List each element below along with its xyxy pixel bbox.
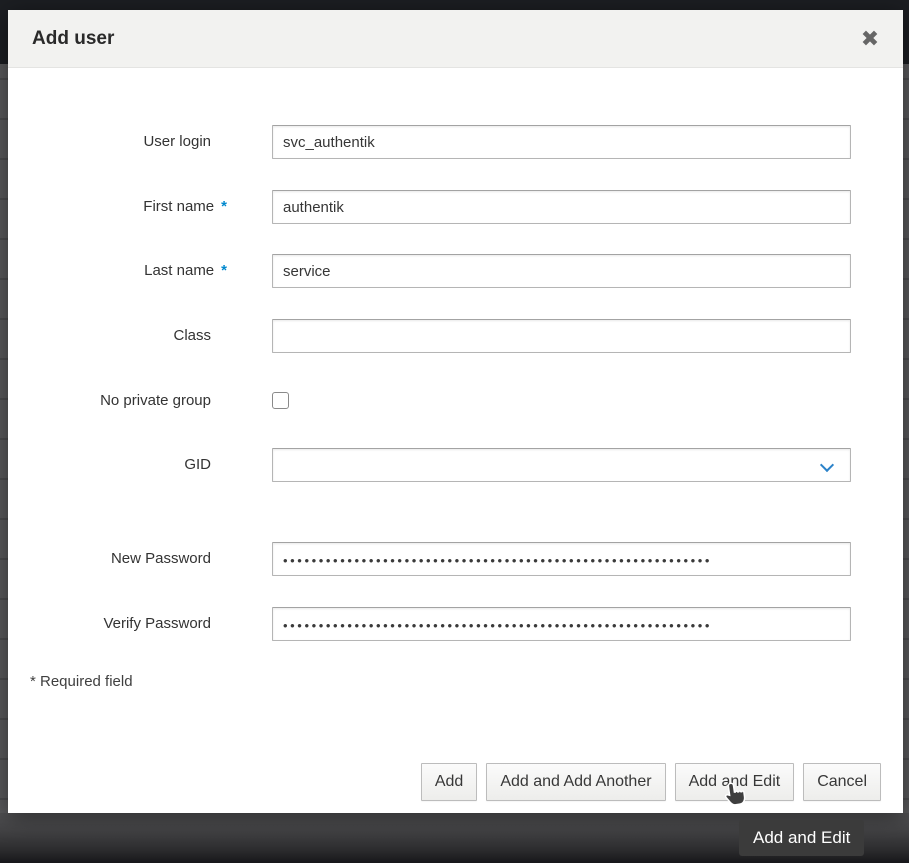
user-login-input[interactable] bbox=[272, 125, 851, 159]
dialog-header: Add user ✖ bbox=[8, 10, 903, 68]
class-input[interactable] bbox=[272, 319, 851, 353]
field-row-new-password: New Password bbox=[8, 542, 903, 576]
add-user-dialog: Add user ✖ User login First name* Last n… bbox=[8, 10, 903, 813]
last-name-input[interactable] bbox=[272, 254, 851, 288]
add-and-edit-button[interactable]: Add and Edit bbox=[675, 763, 795, 801]
field-row-last-name: Last name* bbox=[8, 254, 903, 288]
field-row-first-name: First name* bbox=[8, 190, 903, 224]
first-name-input[interactable] bbox=[272, 190, 851, 224]
first-name-label: First name* bbox=[8, 190, 227, 224]
close-icon: ✖ bbox=[861, 27, 879, 52]
add-and-add-another-button[interactable]: Add and Add Another bbox=[486, 763, 665, 801]
add-button[interactable]: Add bbox=[421, 763, 477, 801]
field-row-gid: GID bbox=[8, 448, 903, 482]
new-password-label: New Password bbox=[8, 542, 227, 576]
field-row-user-login: User login bbox=[8, 125, 903, 159]
no-private-group-checkbox[interactable] bbox=[272, 392, 289, 409]
last-name-label: Last name* bbox=[8, 254, 227, 288]
dialog-title: Add user bbox=[32, 28, 114, 50]
no-private-group-label: No private group bbox=[8, 384, 227, 418]
cancel-button[interactable]: Cancel bbox=[803, 763, 881, 801]
chevron-down-icon[interactable] bbox=[822, 460, 832, 470]
required-asterisk: * bbox=[221, 262, 227, 279]
gid-combobox[interactable] bbox=[272, 448, 851, 482]
class-label: Class bbox=[8, 319, 227, 353]
user-login-label: User login bbox=[8, 125, 227, 159]
close-button[interactable]: ✖ bbox=[853, 23, 887, 57]
verify-password-input[interactable] bbox=[272, 607, 851, 641]
dialog-footer-buttons: Add Add and Add Another Add and Edit Can… bbox=[421, 763, 881, 801]
field-row-no-private-group: No private group bbox=[8, 384, 903, 418]
gid-label: GID bbox=[8, 448, 227, 482]
verify-password-label: Verify Password bbox=[8, 607, 227, 641]
new-password-input[interactable] bbox=[272, 542, 851, 576]
required-asterisk: * bbox=[221, 198, 227, 215]
add-and-edit-tooltip: Add and Edit bbox=[739, 820, 864, 856]
field-row-class: Class bbox=[8, 319, 903, 353]
required-field-note: * Required field bbox=[30, 673, 133, 690]
field-row-verify-password: Verify Password bbox=[8, 607, 903, 641]
screen-overlay-background: Add user ✖ User login First name* Last n… bbox=[0, 0, 909, 863]
